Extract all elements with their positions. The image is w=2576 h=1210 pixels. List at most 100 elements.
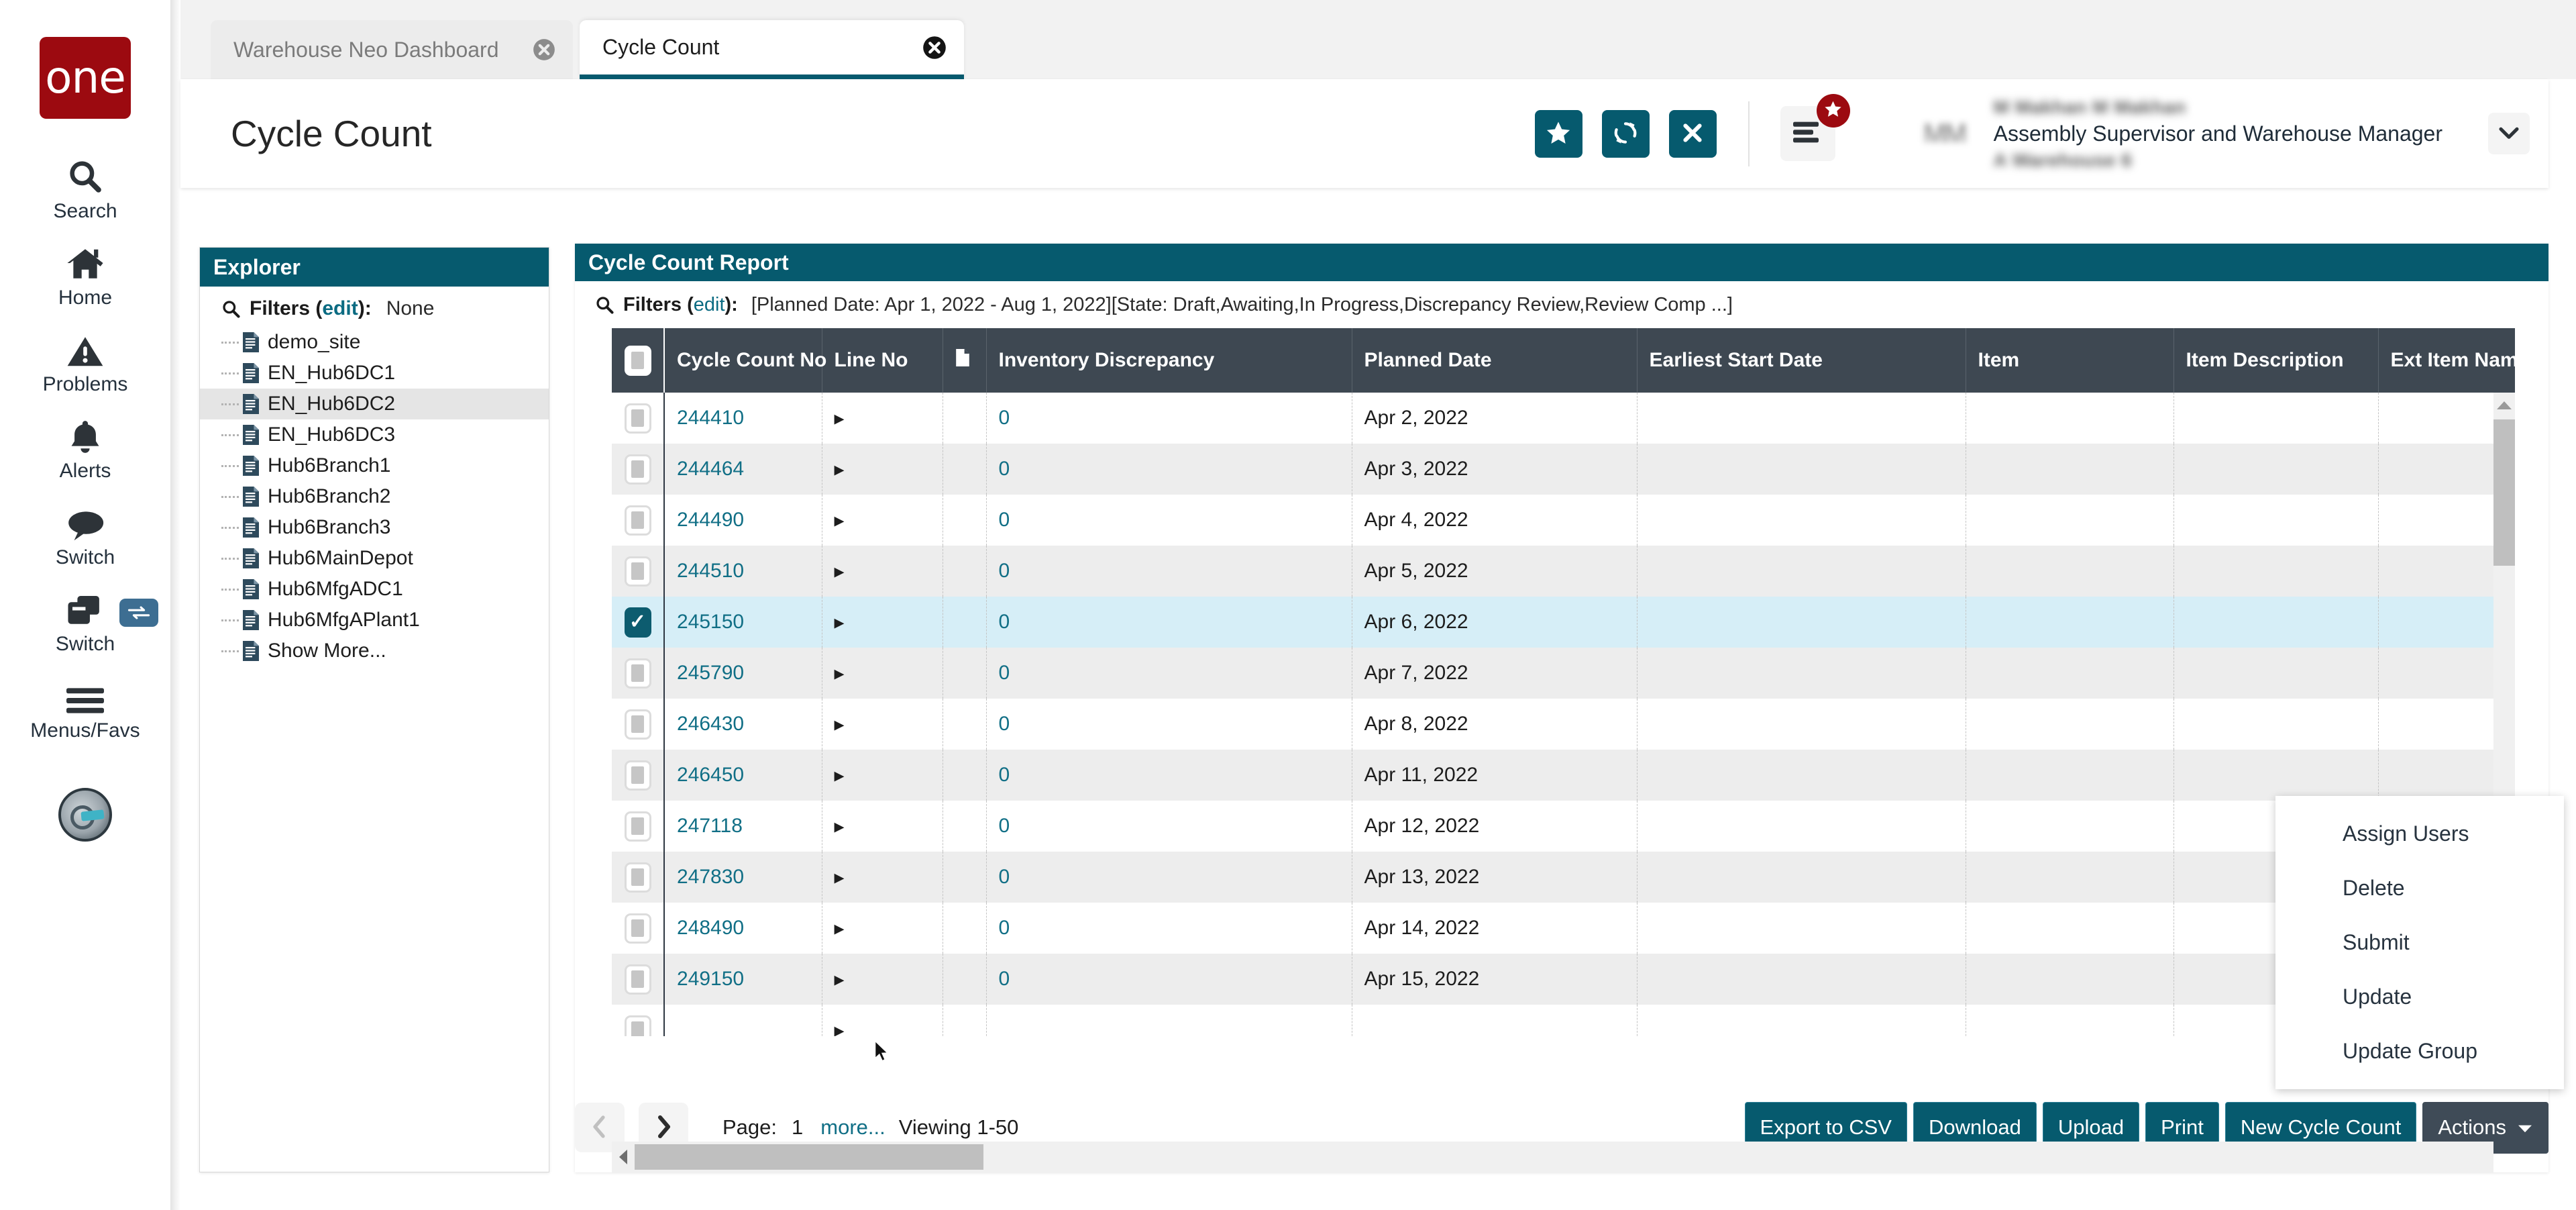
- row-select-cell[interactable]: [612, 444, 664, 495]
- sidebar-item-problems[interactable]: Problems: [0, 327, 171, 396]
- table-row[interactable]: 247118 ▸ 0 Apr 12, 2022: [612, 801, 2515, 852]
- table-row[interactable]: 246430 ▸ 0 Apr 8, 2022: [612, 699, 2515, 750]
- scroll-up-arrow-icon[interactable]: [2493, 393, 2515, 418]
- discrepancy-link[interactable]: 0: [999, 509, 1010, 531]
- explorer-item-en-hub6dc2[interactable]: EN_Hub6DC2: [200, 389, 549, 419]
- sidebar-item-search[interactable]: Search: [0, 154, 171, 223]
- scroll-left-arrow-icon[interactable]: [612, 1148, 635, 1166]
- cell-line-no[interactable]: ▸: [822, 597, 943, 648]
- row-select-cell[interactable]: [612, 699, 664, 750]
- row-select-cell[interactable]: [612, 648, 664, 699]
- row-checkbox[interactable]: [625, 964, 651, 995]
- cycle-count-link[interactable]: 245790: [677, 662, 744, 684]
- table-row[interactable]: 245790 ▸ 0 Apr 7, 2022: [612, 648, 2515, 699]
- cell-cycle-count-no[interactable]: 247830: [664, 852, 822, 903]
- row-checkbox[interactable]: [625, 403, 651, 434]
- table-row[interactable]: ▸: [612, 1005, 2515, 1036]
- discrepancy-link[interactable]: 0: [999, 917, 1010, 939]
- cell-inventory-discrepancy[interactable]: 0: [986, 495, 1352, 546]
- cell-cycle-count-no[interactable]: 244510: [664, 546, 822, 597]
- column-header-ext-item-name[interactable]: Ext Item Name: [2378, 328, 2515, 393]
- table-row[interactable]: 244510 ▸ 0 Apr 5, 2022: [612, 546, 2515, 597]
- cycle-count-link[interactable]: 248490: [677, 917, 744, 939]
- cell-inventory-discrepancy[interactable]: 0: [986, 750, 1352, 801]
- discrepancy-link[interactable]: 0: [999, 815, 1010, 837]
- cycle-count-link[interactable]: 246450: [677, 764, 744, 786]
- cell-inventory-discrepancy[interactable]: 0: [986, 444, 1352, 495]
- discrepancy-link[interactable]: 0: [999, 968, 1010, 990]
- cell-inventory-discrepancy[interactable]: 0: [986, 801, 1352, 852]
- discrepancy-link[interactable]: 0: [999, 560, 1010, 582]
- cycle-count-link[interactable]: 247830: [677, 866, 744, 888]
- close-page-button[interactable]: [1669, 110, 1717, 158]
- chevron-down-icon[interactable]: [2488, 113, 2530, 154]
- horizontal-scrollbar-thumb[interactable]: [635, 1144, 983, 1170]
- cell-line-no[interactable]: ▸: [822, 954, 943, 1005]
- row-checkbox[interactable]: [625, 556, 651, 587]
- select-all-checkbox[interactable]: [625, 346, 651, 376]
- row-select-cell[interactable]: [612, 546, 664, 597]
- cell-inventory-discrepancy[interactable]: 0: [986, 852, 1352, 903]
- column-header-item[interactable]: Item: [1966, 328, 2174, 393]
- column-header-cycle-count-no[interactable]: Cycle Count No: [664, 328, 822, 393]
- table-row[interactable]: ✓ 245150 ▸ 0 Apr 6, 2022: [612, 597, 2515, 648]
- cell-cycle-count-no[interactable]: 246450: [664, 750, 822, 801]
- notifications-menu-button[interactable]: [1780, 106, 1835, 161]
- menu-item-update-group[interactable]: Update Group: [2275, 1024, 2564, 1078]
- cycle-count-link[interactable]: 244510: [677, 560, 744, 582]
- tab-cycle-count[interactable]: Cycle Count: [580, 20, 964, 79]
- row-checkbox[interactable]: [625, 505, 651, 536]
- explorer-item-show-more[interactable]: Show More...: [200, 636, 549, 666]
- table-row[interactable]: 244490 ▸ 0 Apr 4, 2022: [612, 495, 2515, 546]
- cell-inventory-discrepancy[interactable]: 0: [986, 699, 1352, 750]
- row-checkbox[interactable]: [625, 709, 651, 740]
- row-select-cell[interactable]: [612, 1005, 664, 1036]
- row-checkbox[interactable]: [625, 454, 651, 485]
- menu-item-submit[interactable]: Submit: [2275, 915, 2564, 970]
- sidebar-item-chats[interactable]: Switch: [0, 500, 171, 569]
- favorite-button[interactable]: [1535, 110, 1582, 158]
- sidebar-item-alerts[interactable]: Alerts: [0, 413, 171, 483]
- cell-cycle-count-no[interactable]: 248490: [664, 903, 822, 954]
- cell-line-no[interactable]: ▸: [822, 1005, 943, 1036]
- explorer-filters-edit-link[interactable]: edit: [322, 297, 358, 320]
- cell-cycle-count-no[interactable]: 244490: [664, 495, 822, 546]
- table-row[interactable]: 249150 ▸ 0 Apr 15, 2022: [612, 954, 2515, 1005]
- cell-line-no[interactable]: ▸: [822, 393, 943, 444]
- discrepancy-link[interactable]: 0: [999, 764, 1010, 786]
- explorer-item-hub6mfgaplant1[interactable]: Hub6MfgAPlant1: [200, 605, 549, 636]
- close-circle-icon[interactable]: [506, 38, 555, 61]
- sidebar-item-menus-favs[interactable]: Menus/Favs: [0, 673, 171, 742]
- cell-line-no[interactable]: ▸: [822, 750, 943, 801]
- cycle-count-link[interactable]: 244410: [677, 407, 744, 429]
- discrepancy-link[interactable]: 0: [999, 713, 1010, 735]
- discrepancy-link[interactable]: 0: [999, 866, 1010, 888]
- cell-cycle-count-no[interactable]: 245790: [664, 648, 822, 699]
- cell-line-no[interactable]: ▸: [822, 903, 943, 954]
- page-number[interactable]: 1: [792, 1115, 803, 1140]
- cycle-count-link[interactable]: 249150: [677, 968, 744, 990]
- cell-line-no[interactable]: ▸: [822, 546, 943, 597]
- row-select-cell[interactable]: [612, 393, 664, 444]
- explorer-item-hub6branch3[interactable]: Hub6Branch3: [200, 512, 549, 543]
- explorer-item-hub6branch1[interactable]: Hub6Branch1: [200, 450, 549, 481]
- cell-cycle-count-no[interactable]: 244410: [664, 393, 822, 444]
- table-row[interactable]: 248490 ▸ 0 Apr 14, 2022: [612, 903, 2515, 954]
- cell-inventory-discrepancy[interactable]: 0: [986, 546, 1352, 597]
- horizontal-scrollbar[interactable]: [612, 1142, 2493, 1172]
- report-filters-edit-link[interactable]: edit: [694, 294, 725, 316]
- select-all-cell[interactable]: [612, 328, 664, 393]
- cell-cycle-count-no[interactable]: 244464: [664, 444, 822, 495]
- discrepancy-link[interactable]: 0: [999, 407, 1010, 429]
- cell-cycle-count-no[interactable]: 246430: [664, 699, 822, 750]
- close-circle-icon[interactable]: [896, 36, 947, 60]
- explorer-item-demo-site[interactable]: demo_site: [200, 327, 549, 358]
- row-checkbox[interactable]: [625, 913, 651, 944]
- row-select-cell[interactable]: [612, 903, 664, 954]
- cycle-count-link[interactable]: 245150: [677, 611, 744, 633]
- row-checkbox[interactable]: [625, 1015, 651, 1037]
- cell-line-no[interactable]: ▸: [822, 648, 943, 699]
- cycle-count-link[interactable]: 244464: [677, 458, 744, 480]
- vertical-scrollbar-thumb[interactable]: [2493, 419, 2515, 566]
- cell-inventory-discrepancy[interactable]: 0: [986, 648, 1352, 699]
